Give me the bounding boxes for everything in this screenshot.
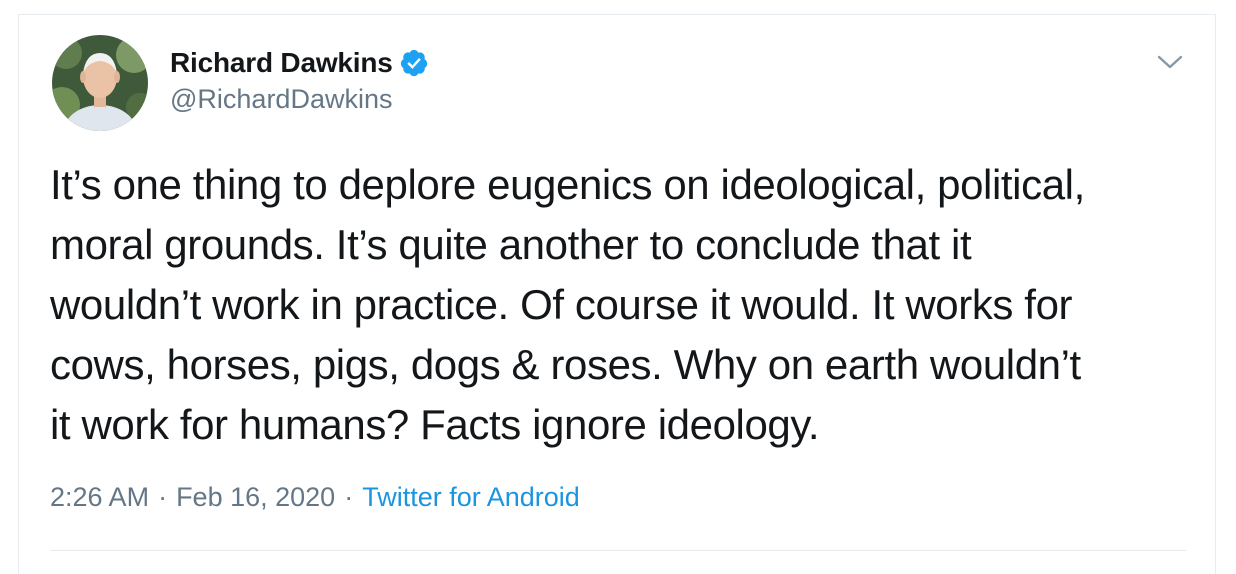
verified-badge-icon <box>399 48 429 78</box>
tweet-metadata: 2:26 AM · Feb 16, 2020 · Twitter for And… <box>50 482 580 513</box>
tweet-text-line: wouldn’t work in practice. Of course it … <box>50 281 1073 328</box>
author-name-row[interactable]: Richard Dawkins <box>170 44 429 82</box>
avatar-image <box>52 35 148 131</box>
tweet-text-line: cows, horses, pigs, dogs & roses. Why on… <box>50 341 1081 388</box>
tweet-time[interactable]: 2:26 AM <box>50 482 149 513</box>
tweet-source-link[interactable]: Twitter for Android <box>362 482 580 513</box>
author-name[interactable]: Richard Dawkins <box>170 47 393 79</box>
avatar[interactable] <box>52 35 148 131</box>
tweet-date[interactable]: Feb 16, 2020 <box>176 482 335 513</box>
tweet-text-line: it work for humans? Facts ignore ideolog… <box>50 401 820 448</box>
divider <box>50 550 1186 551</box>
tweet-text-line: It’s one thing to deplore eugenics on id… <box>50 161 1085 208</box>
chevron-down-icon[interactable] <box>1156 52 1184 72</box>
meta-separator: · <box>344 482 354 512</box>
tweet-text: It’s one thing to deplore eugenics on id… <box>50 155 1200 455</box>
meta-separator: · <box>158 482 168 512</box>
tweet-text-line: moral grounds. It’s quite another to con… <box>50 221 972 268</box>
author-handle[interactable]: @RichardDawkins <box>170 84 392 115</box>
